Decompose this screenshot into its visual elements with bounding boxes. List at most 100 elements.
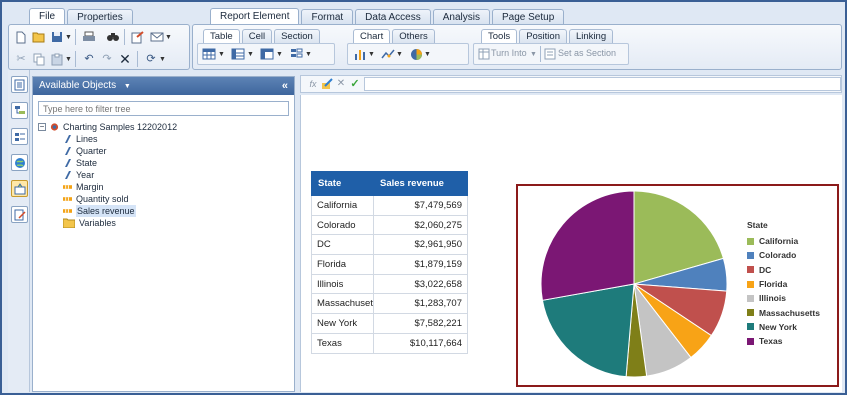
cut-icon[interactable]: ✂ <box>13 51 29 67</box>
panel-menu-icon[interactable]: ▼ <box>124 83 131 90</box>
refresh-dropdown-icon[interactable]: ▼ <box>159 51 166 67</box>
tab-page-setup[interactable]: Page Setup <box>492 9 565 25</box>
form-table-dropdown-icon[interactable]: ▼ <box>305 46 312 62</box>
copy-icon[interactable] <box>31 51 47 67</box>
table-header-row: State Sales revenue <box>311 171 468 196</box>
input-controls-icon[interactable] <box>11 128 28 145</box>
cell-sales-revenue[interactable]: $7,582,221 <box>373 313 468 334</box>
legend-swatch <box>747 237 754 245</box>
document-structure-icon[interactable] <box>11 206 28 223</box>
legend-label: Florida <box>759 279 788 290</box>
cell-sales-revenue[interactable]: $2,961,950 <box>373 234 468 256</box>
available-objects-icon[interactable] <box>11 180 28 197</box>
subtab-tools[interactable]: Tools <box>481 29 518 43</box>
column-header-sales-revenue[interactable]: Sales revenue <box>373 171 468 196</box>
cell-state[interactable]: New York <box>311 313 374 334</box>
report-map-icon[interactable] <box>11 102 28 119</box>
subtab-cell[interactable]: Cell <box>241 29 273 43</box>
horizontal-table-dropdown-icon[interactable]: ▼ <box>247 46 254 62</box>
tree-root-label: Charting Samples 12202012 <box>63 122 178 132</box>
cell-sales-revenue[interactable]: $10,117,664 <box>373 332 468 354</box>
tree-item-variables[interactable]: Variables <box>63 217 116 229</box>
set-as-section-button[interactable]: Set as Section <box>558 48 616 58</box>
subtab-position[interactable]: Position <box>519 29 567 43</box>
tree-item-label: Lines <box>76 134 98 144</box>
pie-chart-icon[interactable] <box>408 46 424 62</box>
web-services-icon[interactable] <box>11 154 28 171</box>
filter-tree-input[interactable] <box>38 101 289 116</box>
cell-sales-revenue[interactable]: $3,022,658 <box>373 273 468 295</box>
cell-state[interactable]: Massachusetts <box>311 293 374 315</box>
turn-into-button[interactable]: Turn Into <box>491 48 527 58</box>
undo-icon[interactable]: ↶ <box>81 51 97 67</box>
tree-item-state[interactable]: State <box>63 157 97 169</box>
subtab-linking[interactable]: Linking <box>569 29 614 43</box>
pie-chart-dropdown-icon[interactable]: ▼ <box>424 46 431 62</box>
tree-item-sales-revenue[interactable]: Sales revenue <box>63 205 136 217</box>
tab-properties[interactable]: Properties <box>67 9 133 25</box>
cell-sales-revenue[interactable]: $2,060,275 <box>373 214 468 236</box>
cell-sales-revenue[interactable]: $7,479,569 <box>373 195 468 216</box>
new-document-icon[interactable] <box>13 29 29 45</box>
save-icon[interactable] <box>49 29 65 45</box>
cell-state[interactable]: Florida <box>311 254 374 275</box>
check-icon[interactable]: ✓ <box>347 76 363 92</box>
paste-icon[interactable] <box>49 51 65 67</box>
tree-item-margin[interactable]: Margin <box>63 181 104 193</box>
print-icon[interactable] <box>81 29 97 45</box>
formula-input[interactable] <box>364 77 841 91</box>
delete-icon[interactable]: ✕ <box>117 51 133 67</box>
vertical-table-icon[interactable] <box>201 46 217 62</box>
save-dropdown-icon[interactable]: ▼ <box>65 29 72 45</box>
form-table-icon[interactable] <box>288 46 304 62</box>
bar-chart-dropdown-icon[interactable]: ▼ <box>368 46 375 62</box>
horizontal-table-icon[interactable] <box>230 46 246 62</box>
legend-swatch <box>747 309 754 317</box>
cell-state[interactable]: DC <box>311 234 374 256</box>
cell-state[interactable]: Colorado <box>311 214 374 236</box>
crosstab-icon[interactable] <box>259 46 275 62</box>
refresh-icon[interactable]: ⟳ <box>143 51 159 67</box>
line-chart-icon[interactable] <box>380 46 396 62</box>
crosstab-dropdown-icon[interactable]: ▼ <box>276 46 283 62</box>
turn-into-dropdown-icon[interactable]: ▼ <box>530 46 537 62</box>
redo-icon[interactable]: ↷ <box>99 51 115 67</box>
cell-state[interactable]: Texas <box>311 332 374 354</box>
cell-sales-revenue[interactable]: $1,283,707 <box>373 293 468 315</box>
tree-item-quarter[interactable]: Quarter <box>63 145 107 157</box>
tab-report-element[interactable]: Report Element <box>210 8 300 25</box>
track-changes-icon[interactable] <box>130 29 146 45</box>
legend-swatch <box>747 294 754 302</box>
tree-item-quantity-sold[interactable]: Quantity sold <box>63 193 129 205</box>
tree-root[interactable]: − Charting Samples 12202012 <box>38 121 177 133</box>
subtab-chart[interactable]: Chart <box>353 29 391 43</box>
subtab-section[interactable]: Section <box>274 29 320 43</box>
tab-analysis[interactable]: Analysis <box>432 9 490 25</box>
document-summary-icon[interactable] <box>11 76 28 93</box>
open-folder-icon[interactable] <box>31 29 47 45</box>
tab-data-access[interactable]: Data Access <box>355 9 431 25</box>
vertical-table-dropdown-icon[interactable]: ▼ <box>218 46 225 62</box>
tab-format[interactable]: Format <box>301 9 354 25</box>
email-dropdown-icon[interactable]: ▼ <box>165 29 172 45</box>
pie-slice-texas[interactable] <box>540 190 635 301</box>
pie-chart[interactable]: State California Colorado DC Florida Illinoi… <box>516 184 839 387</box>
tree-item-year[interactable]: Year <box>63 169 94 181</box>
table-group-tabs: Table Cell Section <box>203 29 320 43</box>
subtab-others[interactable]: Others <box>392 29 435 43</box>
column-header-state[interactable]: State <box>311 171 374 196</box>
email-icon[interactable] <box>149 29 165 45</box>
tab-file[interactable]: File <box>29 8 66 25</box>
find-icon[interactable] <box>105 29 121 45</box>
line-chart-dropdown-icon[interactable]: ▼ <box>396 46 403 62</box>
cell-state[interactable]: California <box>311 195 374 216</box>
tree-item-lines[interactable]: Lines <box>63 133 98 145</box>
collapse-toggle-icon[interactable]: − <box>38 123 46 131</box>
subtab-table[interactable]: Table <box>203 29 240 43</box>
sales-table[interactable]: State Sales revenue California $7,479,569… <box>311 171 468 354</box>
paste-dropdown-icon[interactable]: ▼ <box>65 51 72 67</box>
collapse-panel-icon[interactable]: « <box>282 77 288 95</box>
cell-state[interactable]: Illinois <box>311 273 374 295</box>
bar-chart-icon[interactable] <box>352 46 368 62</box>
cell-sales-revenue[interactable]: $1,879,159 <box>373 254 468 275</box>
